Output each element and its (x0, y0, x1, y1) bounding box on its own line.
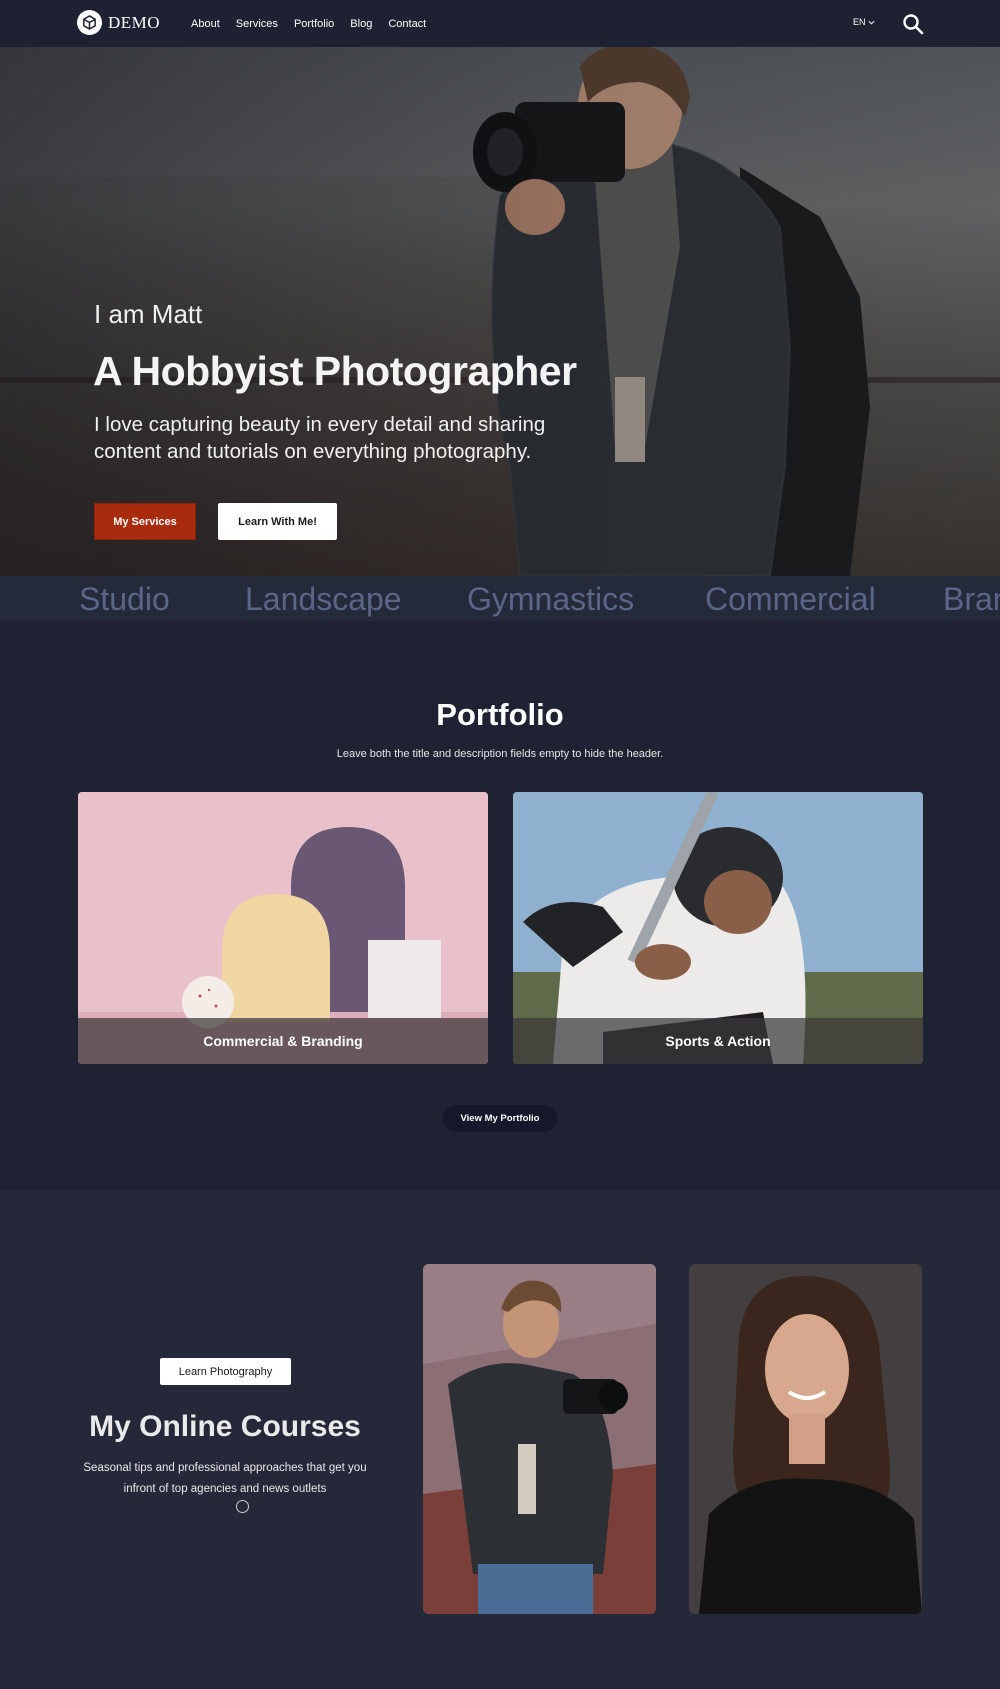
cube-icon (77, 10, 102, 35)
hero-title: A Hobbyist Photographer (93, 348, 577, 394)
marquee-item: Bran (943, 581, 1000, 617)
course-photo-man (423, 1264, 656, 1614)
hero-description: I love capturing beauty in every detail … (94, 413, 546, 463)
nav-item-services[interactable]: Services (236, 18, 278, 30)
portfolio-title: Portfolio (436, 697, 564, 732)
card-caption: Commercial & Branding (78, 1018, 488, 1064)
main-nav: About Services Portfolio Blog Contact (191, 0, 442, 47)
logo-text: DEMO (108, 12, 161, 32)
view-portfolio-button[interactable]: View My Portfolio (443, 1105, 557, 1132)
marquee-item: Studio (79, 581, 170, 617)
marquee-item: Landscape (245, 581, 402, 617)
man-with-camera-image (423, 1264, 656, 1614)
category-marquee: Studio Landscape Gymnastics Commercial B… (0, 576, 1000, 621)
marquee-item: Commercial (705, 581, 876, 617)
logo[interactable]: DEMO (77, 10, 160, 35)
nav-item-about[interactable]: About (191, 18, 220, 30)
card-caption: Sports & Action (513, 1018, 923, 1064)
woman-portrait-image (689, 1264, 922, 1614)
hero-section: I am Matt A Hobbyist Photographer I love… (0, 47, 1000, 576)
marquee-item: Gymnastics (467, 581, 635, 617)
courses-title: My Online Courses (89, 1410, 361, 1443)
course-photo-woman (689, 1264, 922, 1614)
courses-description: Seasonal tips and professional approache… (83, 1462, 367, 1495)
language-label: EN (853, 17, 866, 27)
hero-intro: I am Matt (94, 299, 203, 329)
my-services-button[interactable]: My Services (94, 503, 196, 540)
portfolio-card-sports[interactable]: Sports & Action (513, 792, 923, 1064)
learn-with-me-button[interactable]: Learn With Me! (218, 503, 337, 540)
chevron-down-icon (868, 20, 875, 25)
language-selector[interactable]: EN (853, 17, 875, 27)
nav-item-portfolio[interactable]: Portfolio (294, 18, 334, 30)
nav-item-contact[interactable]: Contact (388, 18, 426, 30)
portfolio-card-commercial[interactable]: Commercial & Branding (78, 792, 488, 1064)
nav-item-blog[interactable]: Blog (350, 18, 372, 30)
learn-photography-badge[interactable]: Learn Photography (160, 1358, 291, 1385)
portfolio-subtitle: Leave both the title and description fie… (336, 748, 664, 760)
slider-dot[interactable] (236, 1500, 249, 1513)
search-icon[interactable] (902, 13, 924, 35)
site-header: DEMO About Services Portfolio Blog Conta… (0, 0, 1000, 47)
